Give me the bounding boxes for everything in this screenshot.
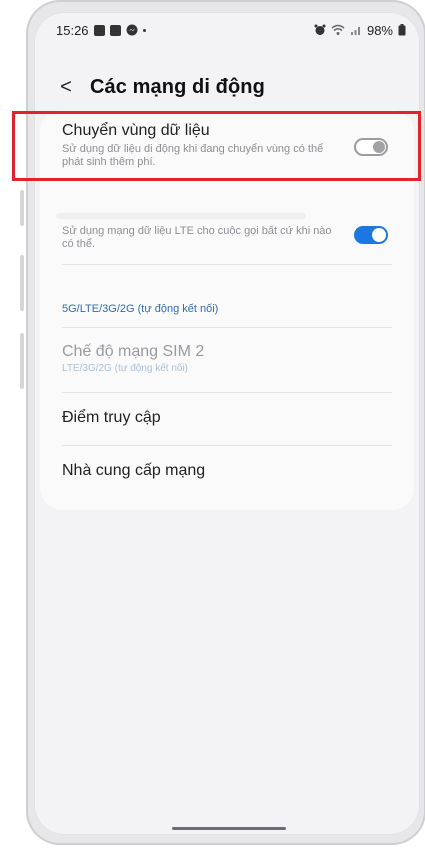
- network-operators-row[interactable]: Nhà cung cấp mạng: [62, 462, 392, 480]
- status-time: 15:26: [56, 22, 89, 38]
- sim2-mode-row: Chế độ mạng SIM 2 LTE/3G/2G (tự động kết…: [62, 343, 392, 374]
- sim2-mode-title: Chế độ mạng SIM 2: [62, 343, 205, 360]
- divider: [62, 327, 392, 328]
- toggle-knob: [372, 228, 386, 242]
- obscured-setting-title: [56, 213, 306, 219]
- signal-icon: [350, 27, 360, 35]
- phone-side-button: [20, 190, 24, 226]
- status-bar: 15:26 98%: [34, 12, 420, 48]
- lte-calls-toggle[interactable]: [354, 226, 388, 244]
- alarm-icon: [314, 24, 326, 35]
- highlight-frame: [12, 111, 421, 181]
- lte-calls-subtitle-2: có thể.: [62, 238, 96, 250]
- dot-icon: [142, 28, 146, 32]
- messenger-icon: [126, 24, 138, 36]
- home-indicator[interactable]: [172, 827, 286, 830]
- lte-calls-subtitle-1: Sử dụng mạng dữ liệu LTE cho cuộc gọi bấ…: [62, 225, 332, 237]
- network-mode-value: 5G/LTE/3G/2G (tự động kết nối): [62, 303, 219, 315]
- battery-icon: [398, 24, 406, 36]
- sim2-mode-subtitle: LTE/3G/2G (tự động kết nối): [62, 363, 189, 374]
- divider: [62, 264, 392, 265]
- phone-side-button: [20, 333, 24, 389]
- network-operators-label: Nhà cung cấp mạng: [62, 462, 206, 479]
- divider: [62, 392, 392, 393]
- divider: [62, 445, 392, 446]
- lte-calls-row[interactable]: Sử dụng mạng dữ liệu LTE cho cuộc gọi bấ…: [62, 222, 392, 251]
- access-points-label: Điểm truy cập: [62, 409, 161, 426]
- gallery-icon: [93, 24, 105, 36]
- status-right: 98%: [314, 23, 406, 38]
- access-points-row[interactable]: Điểm truy cập: [62, 409, 392, 427]
- chevron-left-icon: <: [60, 76, 72, 98]
- wifi-icon: [331, 24, 345, 35]
- page-header: < Các mạng di động: [56, 76, 265, 99]
- phone-side-button: [20, 255, 24, 311]
- page-title: Các mạng di động: [90, 76, 265, 98]
- network-mode-row[interactable]: 5G/LTE/3G/2G (tự động kết nối): [62, 303, 392, 315]
- battery-percent: 98%: [366, 22, 393, 38]
- back-button[interactable]: <: [56, 76, 76, 99]
- status-left: 15:26: [56, 23, 146, 38]
- calendar-icon: [109, 24, 121, 36]
